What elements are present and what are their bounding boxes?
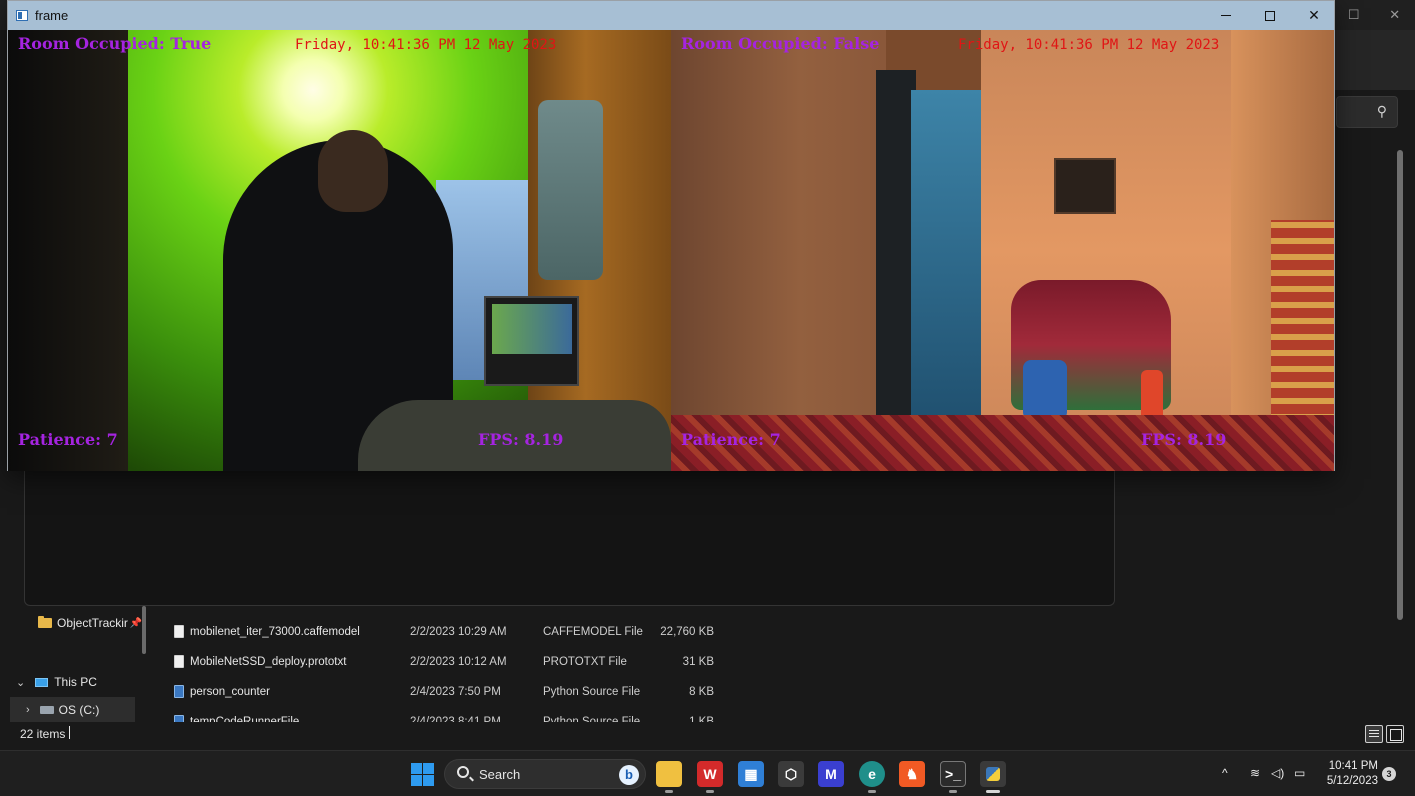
explorer-toolbar [1335,30,1415,90]
file-date: 2/4/2023 7:50 PM [410,686,501,698]
status-divider [69,726,70,739]
dark-dialog-panel [24,471,1115,606]
taskbar: Search b W ▦ ⬡ M e ♞ >_ ^ ≋ ◁) ▭ 10:41 P… [0,750,1415,796]
search-label: Search [479,767,521,782]
running-indicator [665,790,673,793]
window-vent [1054,158,1116,214]
tiles-view-button[interactable] [1386,725,1404,743]
file-name: MobileNetSSD_deploy.prototxt [190,656,347,668]
file-type: Python Source File [543,686,641,698]
room-occupied-label: Room Occupied: True [18,34,212,53]
file-row[interactable]: MobileNetSSD_deploy.prototxt 2/2/2023 10… [168,650,728,676]
brave-icon[interactable]: ♞ [899,761,925,787]
running-indicator [868,790,876,793]
status-bar: 22 items [0,722,1415,746]
edge-icon[interactable]: e [859,761,885,787]
vscode-icon[interactable]: M [818,761,844,787]
maximize-button[interactable] [1248,1,1292,30]
camera-feed-left: Room Occupied: True Friday, 10:41:36 PM … [8,30,671,471]
file-size: 31 KB [682,656,714,668]
taskbar-clock[interactable]: 10:41 PM 5/12/2023 [1322,759,1378,789]
patience-label: Patience: 7 [681,430,781,449]
clock-date: 5/12/2023 [1326,775,1378,787]
camera-feed-right: Room Occupied: False Friday, 10:41:36 PM… [671,30,1334,471]
file-row[interactable]: person_counter 2/4/2023 7:50 PM Python S… [168,680,728,706]
running-indicator [949,790,957,793]
file-size: 8 KB [689,686,714,698]
microsoft-store-icon[interactable]: ▦ [738,761,764,787]
python-file-icon [174,685,184,698]
patience-label: Patience: 7 [18,430,118,449]
frame-window: frame ✕ Room Occupied: True Friday, 10:4… [7,0,1335,471]
unity-icon[interactable]: ⬡ [778,761,804,787]
close-button[interactable]: ✕ [1292,1,1336,30]
file-explorer-icon[interactable] [656,761,682,787]
terminal-icon[interactable]: >_ [940,761,966,787]
frame-title-bar[interactable]: frame ✕ [8,1,1334,30]
explorer-scrollbar[interactable] [1397,150,1403,620]
minimize-button[interactable] [1204,1,1248,30]
item-count: 22 items [20,727,66,741]
video-frame: Room Occupied: True Friday, 10:41:36 PM … [8,30,1334,471]
search-icon [457,766,469,778]
taskbar-search-button[interactable]: Search b [444,759,646,789]
python-icon[interactable] [980,761,1006,787]
fps-label: FPS: 8.19 [1141,430,1227,449]
wifi-icon[interactable]: ≋ [1250,766,1260,780]
nav-item-os-c[interactable]: › OS (C:) [10,697,135,723]
notification-badge[interactable]: 3 [1382,767,1396,781]
bing-icon: b [619,765,639,785]
minimize-icon [1221,15,1231,16]
file-type: CAFFEMODEL File [543,626,643,638]
file-type: PROTOTXT File [543,656,627,668]
timestamp-label: Friday, 10:41:36 PM 12 May 2023 [958,37,1220,53]
details-view-button[interactable] [1365,725,1383,743]
clock-time: 10:41 PM [1328,760,1378,772]
wps-office-icon[interactable]: W [697,761,723,787]
nav-pane-scrollbar[interactable] [142,606,146,654]
file-icon [174,625,184,638]
search-icon: ⚲ [1376,103,1387,119]
battery-icon[interactable]: ▭ [1294,766,1305,780]
chevron-right-icon[interactable]: › [26,704,30,716]
monitor-icon [35,677,49,687]
volume-icon[interactable]: ◁) [1271,766,1284,780]
nav-item-label: ObjectTrackir [57,616,128,630]
explorer-maximize-icon[interactable]: ☐ [1348,7,1360,23]
nav-item-label: This PC [54,675,97,689]
timestamp-label: Friday, 10:41:36 PM 12 May 2023 [295,37,557,53]
laptop-image [484,296,579,386]
maximize-icon [1265,10,1275,21]
app-icon [16,10,28,21]
file-row[interactable]: mobilenet_iter_73000.caffemodel 2/2/2023… [168,620,728,646]
file-name: mobilenet_iter_73000.caffemodel [190,626,360,638]
chevron-down-icon[interactable]: ⌄ [16,676,25,689]
nav-item-objecttracking[interactable]: ObjectTrackir 📌 [38,610,142,636]
file-icon [174,655,184,668]
close-icon: ✕ [1308,7,1320,23]
room-occupied-label: Room Occupied: False [681,34,880,53]
file-date: 2/2/2023 10:12 AM [410,656,507,668]
explorer-close-icon[interactable]: ✕ [1389,7,1400,23]
file-date: 2/2/2023 10:29 AM [410,626,507,638]
active-indicator [986,790,1000,793]
file-name: person_counter [190,686,270,698]
drive-icon [39,706,54,714]
pin-icon: 📌 [129,617,143,629]
window-title: frame [35,8,69,23]
explorer-window-controls: ☐ ✕ [1333,0,1415,30]
file-size: 22,760 KB [660,626,714,638]
folder-icon [38,616,52,628]
nav-item-this-pc[interactable]: ⌄ This PC [16,669,97,695]
nav-item-label: OS (C:) [58,703,100,717]
fps-label: FPS: 8.19 [478,430,564,449]
explorer-search-input[interactable]: ⚲ [1336,96,1398,128]
chevron-up-icon[interactable]: ^ [1222,766,1228,780]
start-icon[interactable] [409,761,435,787]
running-indicator [706,790,714,793]
